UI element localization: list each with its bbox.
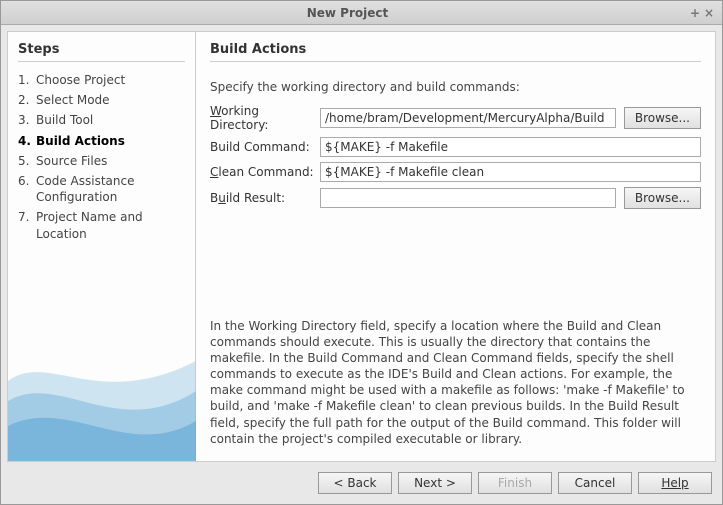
step-number: 4. <box>18 133 36 149</box>
build-command-label: Build Command: <box>210 140 320 154</box>
main-panel: Build Actions Specify the working direct… <box>196 32 715 461</box>
step-label: Select Mode <box>36 92 110 108</box>
build-result-input[interactable] <box>320 188 616 208</box>
row-build-command: Build Command: <box>210 137 701 157</box>
build-result-browse-button[interactable]: Browse... <box>624 187 701 209</box>
step-number: 3. <box>18 112 36 128</box>
step-select-mode: 2. Select Mode <box>18 90 185 110</box>
working-directory-label: Working Directory: <box>210 104 320 132</box>
window-title: New Project <box>7 6 688 20</box>
intro-text: Specify the working directory and build … <box>210 80 701 94</box>
button-label: Help <box>661 476 688 490</box>
row-clean-command: Clean Command: <box>210 162 701 182</box>
working-directory-browse-button[interactable]: Browse... <box>624 107 701 129</box>
back-button[interactable]: < Back <box>318 472 392 494</box>
button-label: Next > <box>414 476 456 490</box>
step-label: Source Files <box>36 153 107 169</box>
step-project-name: 7. Project Name and Location <box>18 207 185 243</box>
build-result-label: Build Result: <box>210 191 320 205</box>
step-choose-project: 1. Choose Project <box>18 70 185 90</box>
clean-command-label: Clean Command: <box>210 165 320 179</box>
step-number: 7. <box>18 209 36 241</box>
steps-sidebar: Steps 1. Choose Project 2. Select Mode 3… <box>8 32 196 461</box>
spacer <box>210 214 701 318</box>
step-number: 6. <box>18 173 36 205</box>
step-label: Build Actions <box>36 133 125 149</box>
step-label: Project Name and Location <box>36 209 185 241</box>
button-label: Cancel <box>575 476 616 490</box>
wizard-footer: < Back Next > Finish Cancel Help <box>1 462 722 504</box>
step-label: Build Tool <box>36 112 93 128</box>
window: New Project + × Steps 1. Choose Project … <box>0 0 723 505</box>
build-command-input[interactable] <box>320 137 701 157</box>
row-build-result: Build Result: Browse... <box>210 187 701 209</box>
step-label: Choose Project <box>36 72 125 88</box>
close-icon[interactable]: × <box>702 6 716 20</box>
help-text: In the Working Directory field, specify … <box>210 318 701 448</box>
steps-list: 1. Choose Project 2. Select Mode 3. Buil… <box>18 70 185 244</box>
button-label: Browse... <box>635 111 690 125</box>
plus-icon[interactable]: + <box>688 6 702 20</box>
next-button[interactable]: Next > <box>398 472 472 494</box>
help-button[interactable]: Help <box>638 472 712 494</box>
button-label: Finish <box>498 476 532 490</box>
wizard-content: Steps 1. Choose Project 2. Select Mode 3… <box>7 31 716 462</box>
working-directory-input[interactable] <box>320 108 616 128</box>
decorative-wave <box>8 341 196 461</box>
finish-button: Finish <box>478 472 552 494</box>
step-source-files: 5. Source Files <box>18 151 185 171</box>
button-label: Browse... <box>635 191 690 205</box>
titlebar: New Project + × <box>1 1 722 25</box>
step-build-tool: 3. Build Tool <box>18 110 185 130</box>
step-code-assistance: 6. Code Assistance Configuration <box>18 171 185 207</box>
page-title: Build Actions <box>210 42 701 62</box>
step-number: 5. <box>18 153 36 169</box>
step-label: Code Assistance Configuration <box>36 173 185 205</box>
step-number: 2. <box>18 92 36 108</box>
steps-heading: Steps <box>18 42 185 62</box>
button-label: < Back <box>333 476 376 490</box>
step-number: 1. <box>18 72 36 88</box>
row-working-directory: Working Directory: Browse... <box>210 104 701 132</box>
step-build-actions: 4. Build Actions <box>18 131 185 151</box>
cancel-button[interactable]: Cancel <box>558 472 632 494</box>
clean-command-input[interactable] <box>320 162 701 182</box>
